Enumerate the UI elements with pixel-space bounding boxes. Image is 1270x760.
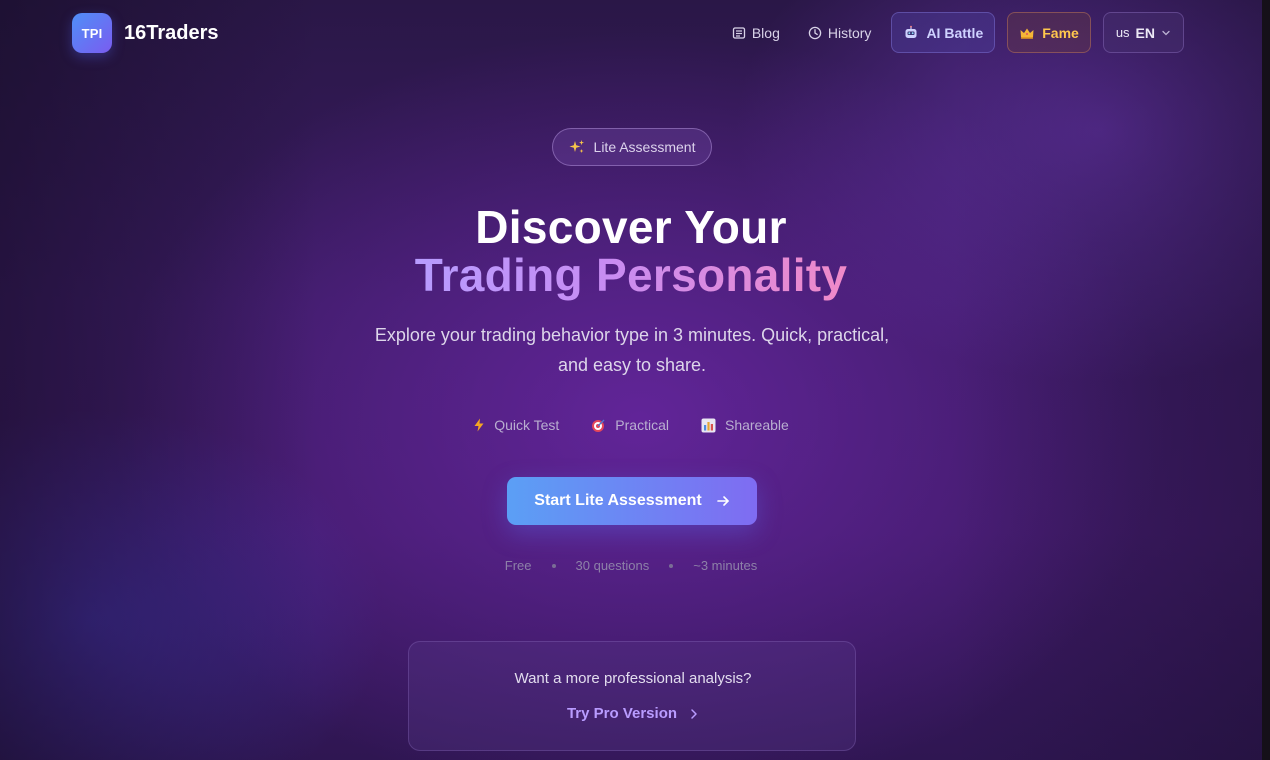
nav-fame-button[interactable]: Fame [1007, 12, 1091, 53]
crown-icon [1019, 26, 1035, 40]
language-code: EN [1135, 24, 1155, 41]
try-pro-version-link[interactable]: Try Pro Version [409, 705, 857, 722]
scrollbar-track[interactable] [1262, 0, 1270, 760]
cta-label: Start Lite Assessment [534, 492, 702, 509]
nav-ai-battle-button[interactable]: AI Battle [891, 12, 996, 53]
nav-history-label: History [827, 24, 872, 41]
feature-quick-test: Quick Test [473, 417, 559, 433]
nav-history-link[interactable]: History [800, 13, 880, 53]
brand[interactable]: TPI 16Traders [72, 13, 219, 53]
meta-separator [551, 563, 556, 568]
robot-icon [903, 25, 919, 41]
hero-title-line2-wrap: Trading Personality [0, 248, 1262, 302]
feature-shareable: Shareable [701, 417, 789, 433]
language-selector[interactable]: us EN [1102, 12, 1184, 53]
lightning-icon [473, 418, 485, 432]
top-header: TPI 16Traders Blog History AI Battle Fam… [0, 0, 1262, 66]
feature-list: Quick Test Practical Shareable [0, 417, 1262, 433]
nav-blog-label: Blog [751, 24, 780, 41]
lite-assessment-badge: Lite Assessment [552, 128, 712, 166]
arrow-right-icon [716, 494, 730, 508]
flag-us: us [1115, 25, 1130, 40]
pro-version-card: Want a more professional analysis? Try P… [408, 641, 856, 751]
meta-duration: ~3 minutes [693, 558, 758, 573]
badge-label: Lite Assessment [593, 139, 696, 155]
bar-chart-icon [701, 418, 716, 433]
meta-price: Free [504, 558, 532, 573]
brand-name: 16Traders [124, 21, 219, 44]
nav-ai-battle-label: AI Battle [926, 24, 984, 41]
meta-questions: 30 questions [575, 558, 650, 573]
hero-title-line1: Discover Your [475, 201, 787, 253]
meta-separator [669, 563, 674, 568]
sparkles-icon [569, 139, 585, 155]
target-icon [591, 418, 606, 433]
logo: TPI [72, 13, 112, 53]
feature-label: Shareable [724, 417, 789, 433]
pro-link-label: Try Pro Version [566, 705, 678, 722]
clock-icon [808, 26, 822, 40]
pro-card-question: Want a more professional analysis? [514, 670, 752, 687]
nav-blog-link[interactable]: Blog [724, 13, 788, 53]
feature-label: Quick Test [494, 417, 560, 433]
feature-practical: Practical [591, 417, 669, 433]
chevron-down-icon [1161, 28, 1171, 38]
assessment-meta: Free 30 questions ~3 minutes [0, 558, 1262, 573]
start-lite-assessment-button[interactable]: Start Lite Assessment [507, 477, 757, 525]
hero-title-line2: Trading Personality [414, 249, 848, 301]
newspaper-icon [732, 26, 746, 40]
hero-subtitle: Explore your trading behavior type in 3 … [374, 325, 890, 375]
nav-fame-label: Fame [1042, 24, 1079, 41]
feature-label: Practical [615, 417, 669, 433]
main-nav: Blog History AI Battle Fame us EN [724, 12, 1184, 53]
chevron-right-icon [689, 708, 699, 720]
